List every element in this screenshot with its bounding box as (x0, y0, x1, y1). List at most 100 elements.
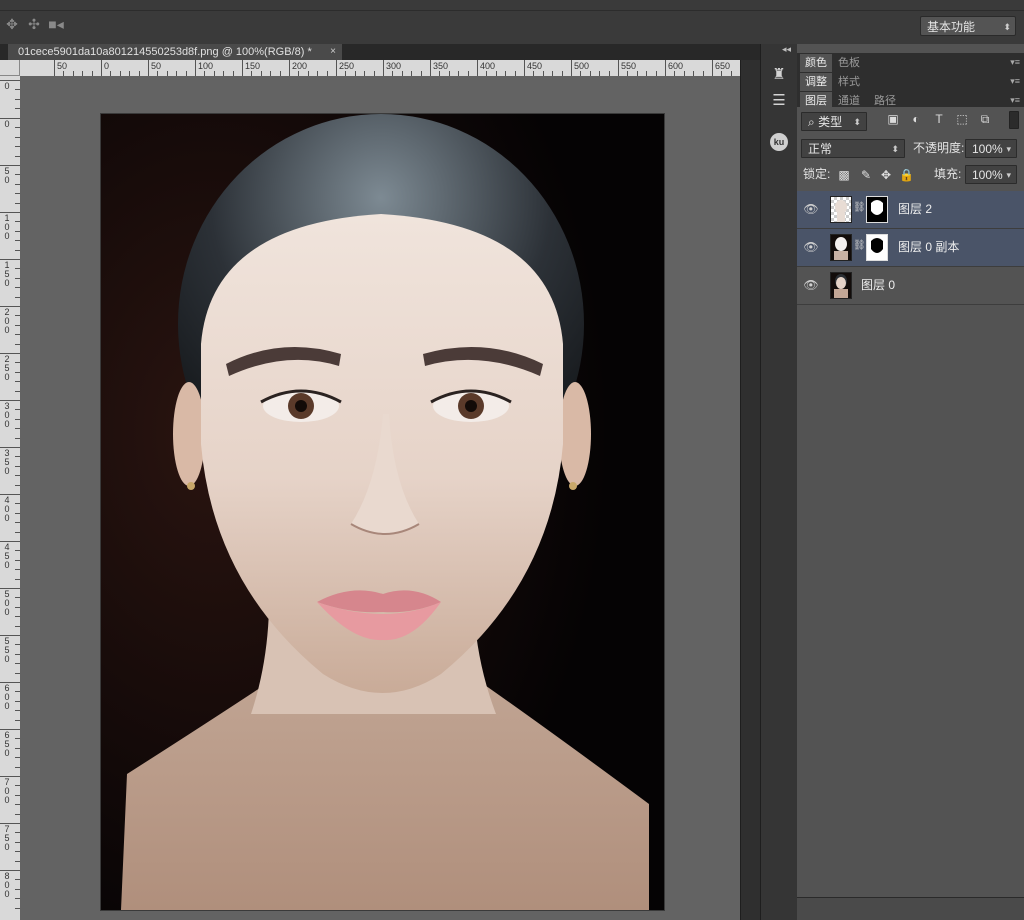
ruler-label: 7 0 0 (4, 777, 10, 805)
ruler-tick (524, 60, 525, 76)
layer-thumbnail[interactable] (830, 196, 852, 223)
adjust-panel-tabs: 调整 样式 ▾≡ (797, 72, 1024, 92)
ruler-tick (101, 60, 102, 76)
ruler-tick (0, 400, 20, 401)
ruler-label: 450 (527, 61, 543, 71)
ruler-label: 7 5 0 (4, 824, 10, 852)
tab-adjustments[interactable]: 调整 (800, 73, 832, 91)
options-bar: ✥ ✣ ■◂ 基本功能 ⬍ (0, 0, 1024, 45)
ruler-tick (0, 729, 20, 730)
kuler-icon[interactable]: ku (767, 130, 791, 152)
layers-panel-footer (797, 897, 1024, 920)
canvas-pasteboard[interactable] (20, 76, 740, 920)
lock-position-icon[interactable]: ✥ (879, 168, 893, 182)
lock-image-icon[interactable]: ✎ (859, 168, 873, 182)
layer-row-layer-0[interactable]: 👁 图层 0 (797, 267, 1024, 305)
shape-filter-icon[interactable]: ⬚ (955, 112, 969, 126)
layer-mask-thumbnail[interactable] (866, 196, 888, 223)
ruler-label: 0 (104, 61, 110, 71)
ruler-tick (0, 353, 20, 354)
tab-color[interactable]: 颜色 (800, 54, 832, 72)
workspace-switcher[interactable]: 基本功能 ⬍ (920, 16, 1016, 36)
menu-divider (0, 10, 1024, 11)
ruler-tick (0, 494, 20, 495)
ruler-label: 2 0 0 (4, 307, 10, 335)
layer-thumbnail[interactable] (830, 272, 852, 299)
layer-name: 图层 0 (861, 278, 896, 292)
layers-panel: ⌕ 类型 ⬍ ▣ ◐ T ⬚ ⧉ 正常 ⬍ 不透明度: 100% ▾ 锁定: ▩… (797, 107, 1024, 920)
eye-icon[interactable]: 👁 (803, 202, 819, 216)
collapse-left-icon[interactable]: ◂◂ (782, 44, 791, 55)
vertical-ruler[interactable]: 0 0 5 0 1 0 0 1 5 0 2 0 0 2 5 0 3 0 0 3 5 0 4 0 0… (0, 76, 21, 920)
ruler-tick (477, 60, 478, 76)
layer-thumbnail[interactable] (830, 234, 852, 261)
smart-object-filter-icon[interactable]: ⧉ (978, 112, 992, 126)
right-panels: 颜色 色板 ▾≡ 调整 样式 ▾≡ 图层 通道 路径 ▾≡ ⌕ 类型 ⬍ ▣ ◐… (797, 44, 1024, 920)
link-icon[interactable]: ⛓ (853, 240, 866, 251)
horizontal-ruler[interactable]: 50 0 50 100 150 200 250 300 350 400 450 500 550 600 65… (20, 60, 740, 77)
eye-icon[interactable]: 👁 (803, 240, 819, 254)
adjustment-filter-icon[interactable]: ◐ (909, 112, 923, 126)
close-icon[interactable]: × (330, 44, 336, 60)
ruler-label: 500 (574, 61, 590, 71)
adjustments-sliders-icon[interactable]: ☰ (767, 90, 791, 112)
lock-all-icon[interactable]: 🔒 (899, 168, 914, 182)
opacity-field[interactable]: 100% ▾ (965, 139, 1017, 158)
filter-kind-select[interactable]: ⌕ 类型 ⬍ (801, 112, 867, 131)
image-filter-icon[interactable]: ▣ (886, 112, 900, 126)
opacity-label: 不透明度: (913, 141, 965, 155)
eye-icon[interactable]: 👁 (803, 278, 819, 292)
ruler-tick (0, 541, 20, 542)
ruler-tick (712, 60, 713, 76)
opacity-value: 100% (972, 142, 1003, 156)
canvas-scrollbar[interactable] (740, 60, 761, 920)
ruler-tick (54, 60, 55, 76)
document-tab-strip: 01cece5901da10a801214550253d8f.png @ 100… (0, 44, 760, 60)
layer-name: 图层 0 副本 (898, 240, 960, 254)
ruler-tick (0, 823, 20, 824)
ruler-tick (0, 306, 20, 307)
ruler-tick (665, 60, 666, 76)
video-camera-icon[interactable]: ■◂ (48, 16, 64, 32)
brush-presets-icon[interactable]: ♜ (767, 64, 791, 86)
ruler-tick (289, 60, 290, 76)
ruler-label: 6 5 0 (4, 730, 10, 758)
filter-toggle[interactable] (1009, 111, 1019, 129)
search-icon: ⌕ (808, 115, 819, 129)
ruler-label: 6 0 0 (4, 683, 10, 711)
type-filter-icon[interactable]: T (932, 112, 946, 126)
panel-menu-icon[interactable]: ▾≡ (1010, 53, 1020, 72)
chevron-down-icon: ▾ (1006, 144, 1011, 154)
layer-name: 图层 2 (898, 202, 933, 216)
layer-row-layer-0-copy[interactable]: 👁 ⛓ 图层 0 副本 (797, 229, 1024, 267)
ruler-tick (571, 60, 572, 76)
document-tab[interactable]: 01cece5901da10a801214550253d8f.png @ 100… (8, 44, 342, 60)
ruler-label: 350 (433, 61, 449, 71)
layer-row-layer-2[interactable]: 👁 ⛓ 图层 2 (797, 191, 1024, 229)
link-icon[interactable]: ⛓ (853, 202, 866, 213)
layer-mask-thumbnail[interactable] (866, 234, 888, 261)
ruler-tick (148, 60, 149, 76)
lock-transparent-icon[interactable]: ▩ (837, 168, 851, 182)
panel-menu-icon[interactable]: ▾≡ (1010, 72, 1020, 91)
ruler-label: 600 (668, 61, 684, 71)
tab-styles[interactable]: 样式 (833, 73, 865, 91)
fill-field[interactable]: 100% ▾ (965, 165, 1017, 184)
ruler-tick (0, 870, 20, 871)
move-icon[interactable]: ✥ (4, 16, 20, 32)
ruler-origin[interactable] (0, 60, 20, 76)
tab-swatches[interactable]: 色板 (833, 54, 865, 72)
ruler-tick (0, 588, 20, 589)
ruler-tick (0, 212, 20, 213)
ruler-label: 3 5 0 (4, 448, 10, 476)
ruler-tick (0, 80, 20, 81)
mask-shape (871, 200, 883, 215)
document-canvas[interactable] (101, 114, 664, 910)
blend-mode-select[interactable]: 正常 ⬍ (801, 139, 905, 158)
transform-icon[interactable]: ✣ (26, 16, 42, 32)
portrait-image (101, 114, 664, 910)
ruler-label: 4 5 0 (4, 542, 10, 570)
ruler-tick (0, 259, 20, 260)
panel-dock: ♜ ☰ ku (760, 44, 798, 920)
ruler-label: 0 (4, 81, 10, 91)
